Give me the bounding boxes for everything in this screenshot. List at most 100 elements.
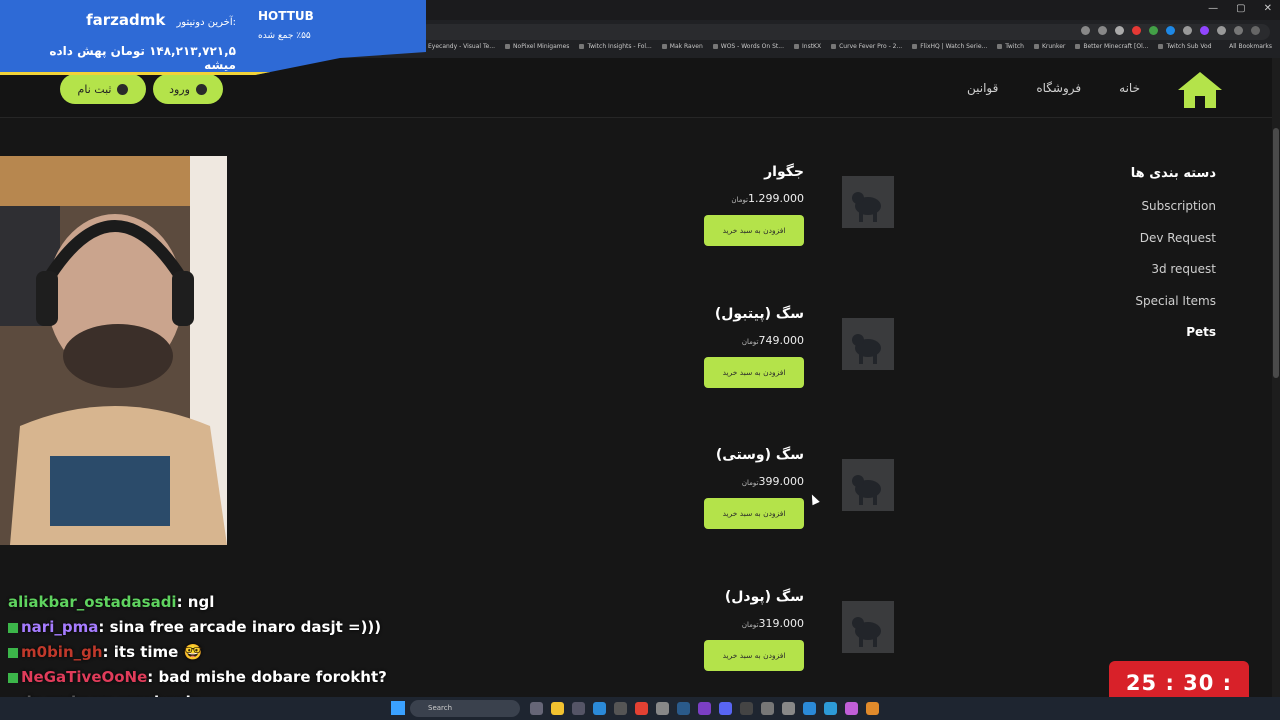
app-icon[interactable] bbox=[761, 702, 774, 715]
app-icon[interactable] bbox=[803, 702, 816, 715]
register-label: ثبت نام bbox=[77, 82, 112, 96]
product-price: 749.000تومان bbox=[738, 334, 804, 347]
donation-line: ۱۴۸,۲۱۳,۷۲۱,۵ تومان پهش داده میشه bbox=[49, 44, 236, 72]
bookmark-item[interactable]: NoPixel Minigames bbox=[505, 43, 569, 50]
product-card: جگوار 1.299.000تومان افزودن به سبد خرید bbox=[700, 164, 900, 284]
extension-icon[interactable] bbox=[1183, 26, 1192, 35]
bookmark-item[interactable]: InstKX bbox=[794, 43, 821, 50]
product-card: سگ (پودل) 319.000تومان افزودن به سبد خرید bbox=[700, 589, 900, 709]
star-icon[interactable] bbox=[1115, 26, 1124, 35]
taskbar-search[interactable]: Search bbox=[410, 700, 520, 717]
bookmark-item[interactable]: WOS - Words On St... bbox=[713, 43, 784, 50]
chat-text: : its time 🤓 bbox=[102, 643, 203, 661]
bookmark-item[interactable]: Mak Raven bbox=[662, 43, 703, 50]
chat-message: nari_pma: sina free arcade inaro dasjt =… bbox=[8, 615, 387, 640]
extension-icon[interactable] bbox=[1166, 26, 1175, 35]
product-image[interactable] bbox=[842, 601, 894, 653]
extension-icon[interactable] bbox=[1149, 26, 1158, 35]
main-nav: خانه فروشگاه قوانین bbox=[960, 81, 1140, 95]
nav-shop[interactable]: فروشگاه bbox=[1036, 81, 1081, 95]
app-icon[interactable] bbox=[740, 702, 753, 715]
product-image[interactable] bbox=[842, 318, 894, 370]
add-to-cart-button[interactable]: افزودن به سبد خرید bbox=[704, 215, 804, 246]
scrollbar-thumb[interactable] bbox=[1273, 128, 1279, 378]
bookmark-item[interactable]: Eyecandy - Visual Te... bbox=[420, 43, 495, 50]
windows-start-icon[interactable] bbox=[391, 701, 405, 715]
category-item[interactable]: 3d request bbox=[1080, 262, 1216, 294]
all-bookmarks[interactable]: All Bookmarks bbox=[1229, 43, 1272, 50]
category-item[interactable]: Dev Request bbox=[1080, 231, 1216, 263]
streamer-image bbox=[0, 156, 227, 545]
category-item[interactable]: Special Items bbox=[1080, 294, 1216, 326]
bookmark-item[interactable]: Twitch Insights - Fol... bbox=[579, 43, 651, 50]
logo-icon[interactable] bbox=[1178, 70, 1222, 110]
discord-icon[interactable] bbox=[719, 702, 732, 715]
add-to-cart-button[interactable]: افزودن به سبد خرید bbox=[704, 640, 804, 671]
product-price: 319.000تومان bbox=[738, 617, 804, 630]
user-plus-icon bbox=[117, 83, 129, 95]
app-icon[interactable] bbox=[824, 702, 837, 715]
product-image[interactable] bbox=[842, 176, 894, 228]
taskview-icon[interactable] bbox=[530, 702, 543, 715]
extension-icon[interactable] bbox=[1132, 26, 1141, 35]
goal-box: HOTTUB ٪۵۵ جمع شده bbox=[258, 9, 314, 41]
badge-icon bbox=[8, 622, 18, 633]
user-icon bbox=[195, 83, 207, 95]
bookmark-item[interactable]: FlixHQ | Watch Serie... bbox=[912, 43, 987, 50]
last-donor: farzadmk آخرین دونیتور: bbox=[14, 10, 236, 29]
product-name[interactable]: سگ (پیتبول) bbox=[715, 306, 804, 322]
bookmark-item[interactable]: Twitch Sub Vod bbox=[1158, 43, 1211, 50]
steam-icon[interactable] bbox=[677, 702, 690, 715]
close-icon[interactable]: ✕ bbox=[1264, 3, 1272, 14]
donor-name: farzadmk bbox=[86, 11, 166, 29]
explorer-icon[interactable] bbox=[551, 702, 564, 715]
bookmark-item[interactable]: Twitch bbox=[997, 43, 1024, 50]
chat-username: aliakbar_ostadasadi bbox=[8, 593, 177, 611]
app-icon[interactable] bbox=[866, 702, 879, 715]
category-sidebar: دسته بندی ها Subscription Dev Request 3d r… bbox=[1080, 166, 1216, 357]
chat-username: m0bin_gh bbox=[21, 643, 103, 661]
product-price: 399.000تومان bbox=[738, 475, 804, 488]
app-icon[interactable] bbox=[614, 702, 627, 715]
bookmark-item[interactable]: Better Minecraft [Ol... bbox=[1075, 43, 1148, 50]
bookmark-item[interactable]: Curve Fever Pro - 2... bbox=[831, 43, 902, 50]
bookmarks-bar: Eyecandy - Visual Te... NoPixel Minigames… bbox=[420, 43, 1212, 50]
chrome-icon[interactable] bbox=[635, 702, 648, 715]
nav-rules[interactable]: قوانین bbox=[967, 81, 998, 95]
maximize-icon[interactable]: ▢ bbox=[1236, 3, 1245, 14]
extension-icon[interactable] bbox=[1217, 26, 1226, 35]
category-item[interactable]: Pets bbox=[1080, 325, 1216, 357]
app-icon[interactable] bbox=[656, 702, 669, 715]
scrollbar[interactable] bbox=[1272, 58, 1280, 720]
nav-home[interactable]: خانه bbox=[1119, 81, 1140, 95]
product-name[interactable]: سگ (پودل) bbox=[725, 589, 804, 605]
chat-username: nari_pma bbox=[21, 618, 99, 636]
extension-icon[interactable] bbox=[1081, 26, 1090, 35]
app-icon[interactable] bbox=[782, 702, 795, 715]
add-to-cart-button[interactable]: افزودن به سبد خرید bbox=[704, 498, 804, 529]
category-item[interactable]: Subscription bbox=[1080, 199, 1216, 231]
search-icon[interactable] bbox=[1098, 26, 1107, 35]
login-button[interactable]: ورود bbox=[153, 74, 223, 104]
product-name[interactable]: سگ (وستی) bbox=[716, 447, 804, 463]
edge-icon[interactable] bbox=[593, 702, 606, 715]
app-icon[interactable] bbox=[572, 702, 585, 715]
product-name[interactable]: جگوار bbox=[764, 164, 804, 180]
donor-label: آخرین دونیتور: bbox=[176, 17, 236, 28]
minimize-icon[interactable]: — bbox=[1208, 3, 1218, 14]
add-to-cart-button[interactable]: افزودن به سبد خرید bbox=[704, 357, 804, 388]
screen: — ▢ ✕ Eyecandy - Visual Te... NoPixel Min… bbox=[0, 0, 1280, 720]
currency-label: تومان bbox=[741, 621, 759, 629]
bookmark-item[interactable]: Krunker bbox=[1034, 43, 1065, 50]
profile-avatar[interactable] bbox=[1234, 26, 1243, 35]
product-image[interactable] bbox=[842, 459, 894, 511]
currency-label: تومان bbox=[731, 196, 749, 204]
register-button[interactable]: ثبت نام bbox=[60, 74, 146, 104]
extensions-bar bbox=[1081, 26, 1260, 35]
badge-icon bbox=[8, 672, 18, 683]
app-icon[interactable] bbox=[698, 702, 711, 715]
product-price: 1.299.000تومان bbox=[727, 192, 804, 205]
extension-icon[interactable] bbox=[1200, 26, 1209, 35]
menu-icon[interactable] bbox=[1251, 26, 1260, 35]
app-icon[interactable] bbox=[845, 702, 858, 715]
